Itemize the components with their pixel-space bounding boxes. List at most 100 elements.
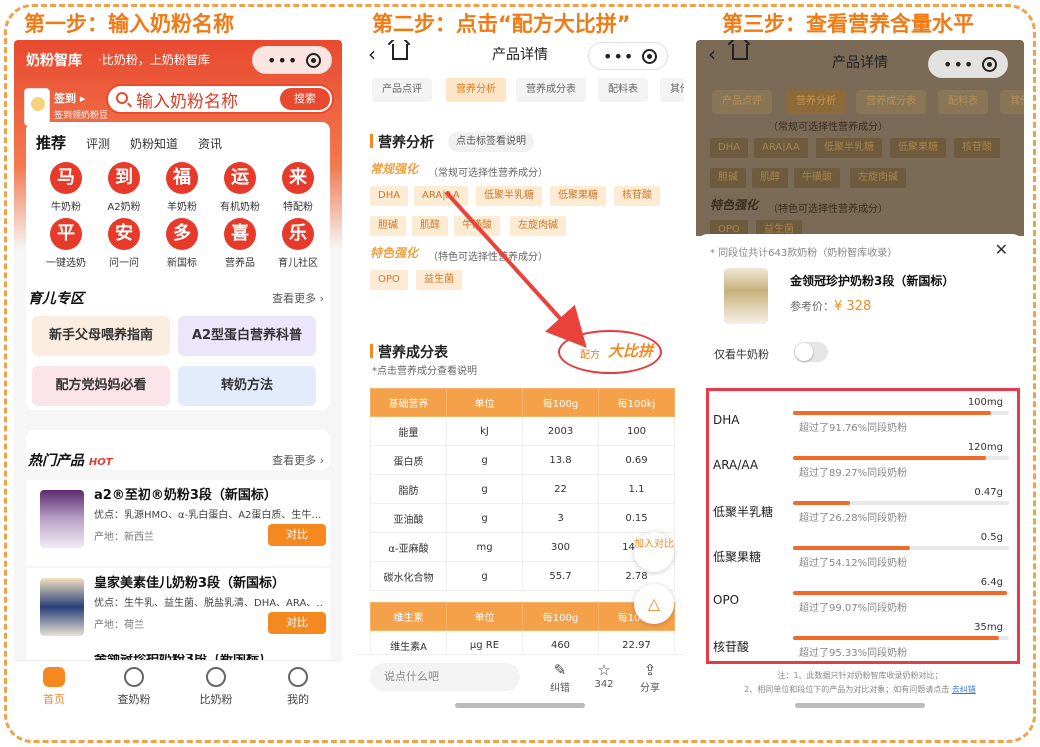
tab-review[interactable]: 评测 [86, 135, 110, 152]
table-header: 维生素 单位 每100g 每100kj [370, 602, 675, 631]
close-icon[interactable]: ✕ [995, 240, 1008, 259]
compare-label-a: 配方 [580, 350, 600, 361]
tab-review[interactable]: 产品点评 [372, 78, 432, 102]
formula-compare-button[interactable]: 配方 大比拼 [558, 330, 662, 374]
bg-chip: 胆碱 [710, 168, 746, 188]
nutrient-bar-fill [793, 591, 1007, 595]
search-button[interactable]: 搜索 [280, 88, 330, 110]
bg-chip: DHA [710, 138, 749, 158]
product-item[interactable]: 皇家美素佳儿奶粉3段（新国标） 优点：生牛乳、益生菌、脱盐乳清、DHA、ARA、… [26, 568, 330, 654]
guide-formula[interactable]: 配方党妈妈必看 [32, 366, 170, 406]
category-label: 牛奶粉 [51, 202, 81, 213]
mini-program-capsule[interactable]: ••• [252, 46, 332, 74]
nutrient-row[interactable]: 低聚半乳糖 0.47g 超过了26.28%同段奶粉 [709, 487, 1017, 537]
comment-input[interactable]: 说点什么吧 [370, 663, 520, 691]
home-indicator [795, 703, 925, 708]
chip-nucleotide[interactable]: 核苷酸 [614, 186, 660, 206]
guide-feeding[interactable]: 新手父母喂养指南 [32, 316, 170, 356]
tab-ingredients[interactable]: 配料表 [598, 78, 648, 102]
tab-compare-milk[interactable]: 比奶粉 [186, 667, 246, 707]
search-input[interactable]: 输入奶粉名称 [136, 87, 238, 112]
nutrient-row[interactable]: OPO 6.4g 超过了99.07%同段奶粉 [709, 577, 1017, 627]
tab-other: 其他 [1000, 90, 1024, 114]
table-row[interactable]: α-亚麻酸mg30014.98 [370, 532, 675, 562]
compare-button[interactable]: 对比 [268, 612, 326, 634]
price-label: 参考价： [790, 300, 834, 313]
category-ask[interactable]: 安问一问 [94, 218, 154, 269]
compare-button[interactable]: 对比 [268, 524, 326, 546]
nutrient-row[interactable]: ARA/AA 120mg 超过了89.27%同段奶粉 [709, 442, 1017, 492]
product-origin: 产地：荷兰 [94, 620, 144, 631]
footnote-1: 注：1、此数据只针对奶粉智库收录奶粉对比； [777, 671, 943, 680]
phone-nutrient-level: ‹ 产品详情 ••• 产品点评 营养分析 营养成分表 配料表 其他 （常规可选择… [696, 40, 1024, 716]
category-organic[interactable]: 运有机奶粉 [210, 162, 270, 213]
chip-ara[interactable]: ARA|AA [414, 186, 468, 206]
tab-analysis[interactable]: 营养分析 [446, 78, 506, 102]
category-community[interactable]: 乐育儿社区 [268, 218, 328, 269]
search-bar[interactable]: 输入奶粉名称 搜索 [106, 84, 334, 114]
scroll-top-button[interactable]: △ [634, 584, 674, 624]
more-icon[interactable]: ••• [267, 51, 298, 70]
regular-label: 常规强化 [370, 162, 419, 176]
favorite-button[interactable]: ☆ 342 [584, 661, 624, 690]
tab-search-milk[interactable]: 查奶粉 [104, 667, 164, 707]
chip-carnitine[interactable]: 左旋肉碱 [510, 216, 566, 236]
guide-switch[interactable]: 转奶方法 [178, 366, 316, 406]
chip-probiotic[interactable]: 益生菌 [416, 270, 462, 290]
cell: mg [446, 532, 523, 562]
hot-more-link[interactable]: 查看更多 › [272, 452, 324, 468]
nutrient-bar-track [793, 546, 1009, 550]
chip-opo[interactable]: OPO [370, 270, 408, 290]
table-row[interactable]: 亚油酸 g 3 0.15 [370, 503, 675, 533]
tab-knowledge[interactable]: 奶粉知道 [130, 135, 178, 152]
table-row[interactable]: 蛋白质 g 13.8 0.69 [370, 445, 675, 475]
parenting-more-link[interactable]: 查看更多 › [272, 290, 324, 306]
nutrient-row[interactable]: 核苷酸 35mg 超过了95.33%同段奶粉 [709, 622, 1017, 672]
nutrient-bar-fill [793, 411, 992, 415]
category-cow-milk[interactable]: 马牛奶粉 [36, 162, 96, 213]
correction-link[interactable]: 去纠错 [952, 685, 976, 694]
action-label: 分享 [640, 683, 660, 694]
tab-nutrition-table[interactable]: 营养成分表 [516, 78, 586, 102]
chip-fos[interactable]: 低聚果糖 [550, 186, 606, 206]
correct-button[interactable]: ✎ 纠错 [540, 661, 580, 694]
tab-mine[interactable]: 我的 [268, 667, 328, 707]
category-new-standard[interactable]: 多新国标 [152, 218, 212, 269]
chip-choline[interactable]: 胆碱 [370, 216, 406, 236]
table-row[interactable]: 脂肪 g 22 1.1 [370, 474, 675, 504]
tab-news[interactable]: 资讯 [198, 135, 222, 152]
more-icon[interactable]: ••• [603, 47, 634, 66]
price-row: 参考价：¥ 328 [790, 298, 871, 314]
chip-inositol[interactable]: 肌醇 [412, 216, 448, 236]
cell: 22 [522, 474, 599, 504]
nutrient-row[interactable]: DHA 100mg 超过了91.76%同段奶粉 [709, 397, 1017, 447]
close-mini-icon[interactable] [306, 53, 321, 68]
close-mini-icon[interactable] [642, 49, 657, 64]
add-compare-button[interactable]: 加入对比 [634, 532, 674, 572]
guide-a2[interactable]: A2型蛋白营养科普 [178, 316, 316, 356]
category-a2[interactable]: 到 A2奶粉 [94, 162, 154, 213]
bg-chip: 牛磺酸 [794, 168, 840, 188]
share-button[interactable]: ⇪ 分享 [630, 661, 670, 694]
chip-taurine[interactable]: 牛磺酸 [454, 216, 500, 236]
category-select[interactable]: 平一键选奶 [36, 218, 96, 269]
category-label: 育儿社区 [278, 258, 318, 269]
mini-program-capsule[interactable]: ••• [588, 42, 668, 70]
category-goat[interactable]: 福羊奶粉 [152, 162, 212, 213]
chip-dha[interactable]: DHA [370, 186, 409, 206]
category-special[interactable]: 来特配粉 [268, 162, 328, 213]
milk-only-toggle[interactable] [794, 342, 828, 362]
product-item[interactable]: a2®至初®奶粉3段（新国标） 优点：乳源HMO、α-乳白蛋白、A2蛋白质、生牛… [26, 480, 330, 566]
nutrient-percentile: 超过了26.28%同段奶粉 [799, 513, 908, 524]
hot-badge: HOT [88, 457, 113, 468]
chip-gos[interactable]: 低聚半乳糖 [476, 186, 542, 206]
tab-other[interactable]: 其他 [660, 78, 684, 102]
nutrient-row[interactable]: 低聚果糖 0.5g 超过了54.12%同段奶粉 [709, 532, 1017, 582]
nutrient-value: 6.4g [980, 577, 1003, 588]
category-icon: 喜 [224, 218, 256, 250]
tab-home[interactable]: 首页 [24, 667, 84, 707]
category-nutrition[interactable]: 喜营养品 [210, 218, 270, 269]
table-row[interactable]: 能量 kJ 2003 100 [370, 416, 675, 446]
table-row[interactable]: 碳水化合物 g 55.7 2.78 [370, 561, 675, 591]
tab-recommend[interactable]: 推荐 [36, 132, 66, 153]
